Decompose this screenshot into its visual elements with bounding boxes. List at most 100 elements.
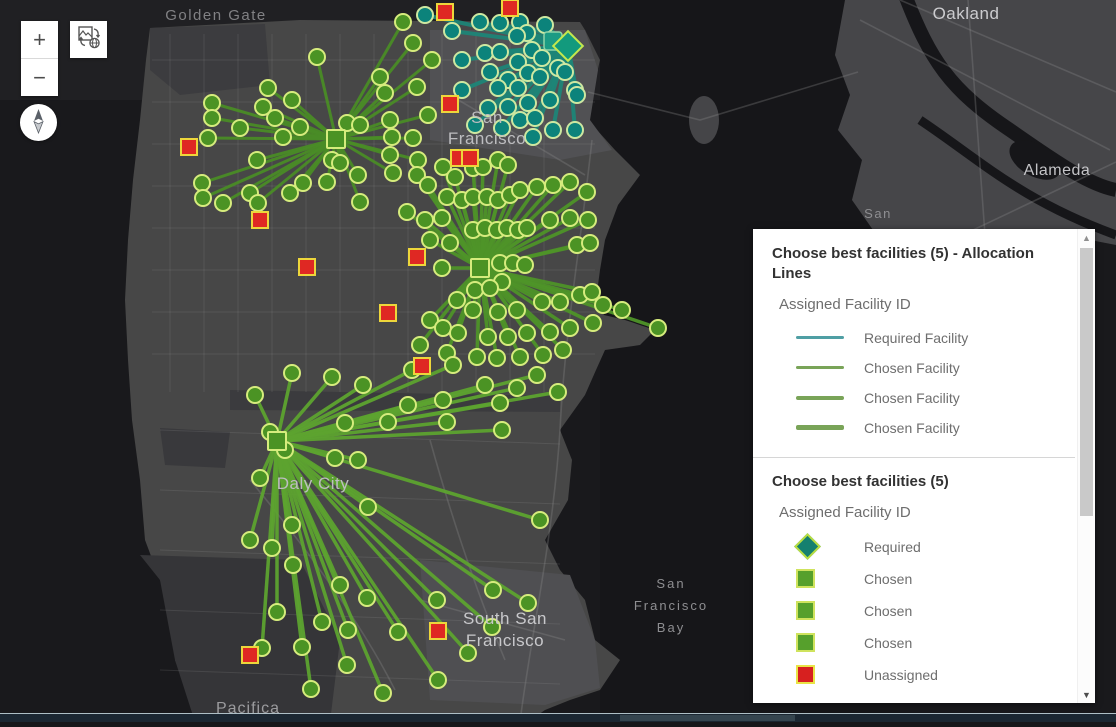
demand-point-required[interactable]	[545, 122, 561, 138]
demand-point-chosen[interactable]	[372, 69, 388, 85]
demand-point-chosen[interactable]	[405, 35, 421, 51]
demand-point-required[interactable]	[527, 110, 543, 126]
demand-point-chosen[interactable]	[252, 470, 268, 486]
demand-point-chosen[interactable]	[439, 414, 455, 430]
demand-point-chosen[interactable]	[242, 532, 258, 548]
demand-point-chosen[interactable]	[555, 342, 571, 358]
demand-point-chosen[interactable]	[249, 152, 265, 168]
scrollbar-up-button[interactable]: ▲	[1078, 229, 1095, 246]
demand-point-chosen[interactable]	[467, 282, 483, 298]
demand-point-chosen[interactable]	[382, 112, 398, 128]
unassigned-point[interactable]	[414, 358, 430, 374]
demand-point-chosen[interactable]	[482, 280, 498, 296]
demand-point-required[interactable]	[510, 80, 526, 96]
demand-point-chosen[interactable]	[284, 92, 300, 108]
demand-point-chosen[interactable]	[529, 367, 545, 383]
unassigned-point[interactable]	[242, 647, 258, 663]
demand-point-chosen[interactable]	[517, 257, 533, 273]
demand-point-chosen[interactable]	[204, 95, 220, 111]
demand-point-chosen[interactable]	[562, 320, 578, 336]
demand-point-chosen[interactable]	[269, 604, 285, 620]
demand-point-chosen[interactable]	[260, 80, 276, 96]
extent-navigation-button[interactable]	[70, 21, 107, 58]
unassigned-point[interactable]	[430, 623, 446, 639]
demand-point-required[interactable]	[509, 28, 525, 44]
demand-point-chosen[interactable]	[650, 320, 666, 336]
zoom-in-button[interactable]: +	[21, 21, 58, 59]
unassigned-point[interactable]	[442, 96, 458, 112]
demand-point-chosen[interactable]	[390, 624, 406, 640]
demand-point-chosen[interactable]	[350, 452, 366, 468]
demand-point-required[interactable]	[567, 122, 583, 138]
demand-point-required[interactable]	[492, 44, 508, 60]
demand-point-required[interactable]	[537, 17, 553, 33]
demand-point-required[interactable]	[525, 129, 541, 145]
demand-point-required[interactable]	[520, 95, 536, 111]
demand-point-chosen[interactable]	[494, 422, 510, 438]
demand-point-chosen[interactable]	[442, 235, 458, 251]
demand-point-chosen[interactable]	[384, 129, 400, 145]
demand-point-chosen[interactable]	[375, 685, 391, 701]
demand-point-chosen[interactable]	[285, 557, 301, 573]
demand-point-chosen[interactable]	[399, 204, 415, 220]
demand-point-chosen[interactable]	[485, 582, 501, 598]
demand-point-chosen[interactable]	[614, 302, 630, 318]
demand-point-chosen[interactable]	[519, 325, 535, 341]
demand-point-required[interactable]	[512, 112, 528, 128]
demand-point-chosen[interactable]	[545, 177, 561, 193]
demand-point-chosen[interactable]	[380, 414, 396, 430]
demand-point-chosen[interactable]	[434, 210, 450, 226]
demand-point-chosen[interactable]	[439, 189, 455, 205]
demand-point-chosen[interactable]	[509, 302, 525, 318]
unassigned-point[interactable]	[462, 150, 478, 166]
demand-point-chosen[interactable]	[480, 329, 496, 345]
demand-point-chosen[interactable]	[332, 577, 348, 593]
demand-point-chosen[interactable]	[449, 292, 465, 308]
demand-point-required[interactable]	[492, 15, 508, 31]
demand-point-chosen[interactable]	[332, 155, 348, 171]
unassigned-point[interactable]	[437, 4, 453, 20]
demand-point-required[interactable]	[482, 64, 498, 80]
demand-point-required[interactable]	[472, 14, 488, 30]
scrollbar-thumb[interactable]	[1080, 248, 1093, 516]
demand-point-chosen[interactable]	[337, 415, 353, 431]
demand-point-chosen[interactable]	[434, 260, 450, 276]
unassigned-point[interactable]	[380, 305, 396, 321]
demand-point-chosen[interactable]	[562, 174, 578, 190]
demand-point-chosen[interactable]	[355, 377, 371, 393]
demand-point-required[interactable]	[417, 7, 433, 23]
demand-point-chosen[interactable]	[509, 380, 525, 396]
demand-point-chosen[interactable]	[469, 349, 485, 365]
demand-point-chosen[interactable]	[542, 212, 558, 228]
demand-point-required[interactable]	[490, 80, 506, 96]
demand-point-chosen[interactable]	[303, 681, 319, 697]
demand-point-chosen[interactable]	[405, 130, 421, 146]
demand-point-chosen[interactable]	[500, 157, 516, 173]
demand-point-chosen[interactable]	[447, 169, 463, 185]
demand-point-required[interactable]	[569, 87, 585, 103]
demand-point-chosen[interactable]	[352, 194, 368, 210]
demand-point-chosen[interactable]	[382, 147, 398, 163]
demand-point-chosen[interactable]	[377, 85, 393, 101]
demand-point-chosen[interactable]	[579, 184, 595, 200]
demand-point-chosen[interactable]	[500, 329, 516, 345]
demand-point-chosen[interactable]	[580, 212, 596, 228]
demand-point-chosen[interactable]	[552, 294, 568, 310]
demand-point-chosen[interactable]	[550, 384, 566, 400]
demand-point-chosen[interactable]	[339, 657, 355, 673]
demand-point-required[interactable]	[532, 69, 548, 85]
demand-point-chosen[interactable]	[360, 499, 376, 515]
demand-point-chosen[interactable]	[477, 377, 493, 393]
demand-point-chosen[interactable]	[582, 235, 598, 251]
demand-point-chosen[interactable]	[267, 110, 283, 126]
zoom-out-button[interactable]: −	[21, 59, 58, 96]
horizontal-scrollbar[interactable]	[0, 713, 1116, 722]
demand-point-chosen[interactable]	[412, 337, 428, 353]
demand-point-chosen[interactable]	[340, 622, 356, 638]
demand-point-chosen[interactable]	[512, 349, 528, 365]
unassigned-point[interactable]	[299, 259, 315, 275]
demand-point-chosen[interactable]	[435, 320, 451, 336]
demand-point-chosen[interactable]	[445, 357, 461, 373]
chosen-facility-symbol[interactable]	[268, 432, 286, 450]
legend-scrollbar[interactable]: ▲ ▼	[1077, 229, 1095, 703]
